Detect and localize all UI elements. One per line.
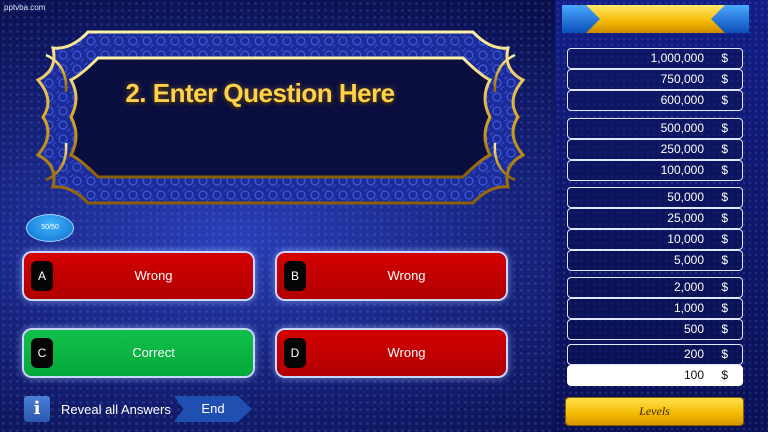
ladder-currency: $ <box>721 347 728 361</box>
reveal-all-answers-button[interactable]: Reveal all Answers <box>61 402 171 417</box>
answer-d-text: Wrong <box>387 345 426 360</box>
levels-button[interactable]: Levels <box>566 398 743 425</box>
ladder-level: 25,000 $ <box>567 208 743 229</box>
ladder-level: 10,000 $ <box>567 229 743 250</box>
ladder-level: 250,000 $ <box>567 139 743 160</box>
ladder-amount: 2,000 <box>673 280 704 294</box>
ladder-currency: $ <box>721 301 728 315</box>
answer-b-button[interactable]: B Wrong <box>277 253 506 299</box>
answer-d-button[interactable]: D Wrong <box>277 330 506 376</box>
answer-a-letter: A <box>31 261 53 291</box>
ladder-level: 5,000 $ <box>567 250 743 271</box>
ladder-level: 100 $ <box>567 365 743 386</box>
ladder-level: 2,000 $ <box>567 277 743 298</box>
ladder-amount: 600,000 <box>660 93 704 107</box>
ladder-amount: 1,000,000 <box>650 51 704 65</box>
ladder-amount: 500 <box>683 322 704 336</box>
ladder-amount: 10,000 <box>667 232 704 246</box>
ladder-level: 750,000 $ <box>567 69 743 90</box>
ladder-amount: 1,000 <box>673 301 704 315</box>
ladder-level: 100,000 $ <box>567 160 743 181</box>
ladder-level: 1,000 $ <box>567 298 743 319</box>
info-icon[interactable]: i <box>24 396 50 422</box>
ladder-currency: $ <box>721 121 728 135</box>
ladder-amount: 5,000 <box>673 253 704 267</box>
ladder-currency: $ <box>721 93 728 107</box>
answer-b-letter: B <box>284 261 306 291</box>
answer-c-letter: C <box>31 338 53 368</box>
ladder-currency: $ <box>721 163 728 177</box>
ladder-currency: $ <box>721 368 728 382</box>
answer-c-text: Correct <box>132 345 175 360</box>
answer-d-letter: D <box>284 338 306 368</box>
ladder-level: 1,000,000 $ <box>567 48 743 69</box>
end-button[interactable]: End <box>174 396 252 422</box>
ladder-amount: 50,000 <box>667 190 704 204</box>
ladder-banner <box>562 5 749 33</box>
ladder-level: 200 $ <box>567 344 743 365</box>
ladder-currency: $ <box>721 322 728 336</box>
ladder-level: 500 $ <box>567 319 743 340</box>
ladder-currency: $ <box>721 190 728 204</box>
answer-a-button[interactable]: A Wrong <box>24 253 253 299</box>
ladder-currency: $ <box>721 142 728 156</box>
fifty-fifty-lifeline-button[interactable]: 50/50 <box>26 214 74 242</box>
question-frame <box>35 30 526 205</box>
ladder-amount: 500,000 <box>660 121 704 135</box>
answer-c-button[interactable]: C Correct <box>24 330 253 376</box>
ladder-level: 500,000 $ <box>567 118 743 139</box>
ladder-currency: $ <box>721 280 728 294</box>
ladder-amount: 100 <box>683 368 704 382</box>
ladder-currency: $ <box>721 72 728 86</box>
ladder-amount: 750,000 <box>660 72 704 86</box>
ladder-level: 50,000 $ <box>567 187 743 208</box>
answer-b-text: Wrong <box>387 268 426 283</box>
site-label: pptvba.com <box>4 3 46 12</box>
question-text: 2. Enter Question Here <box>125 78 395 108</box>
ladder-amount: 200 <box>683 347 704 361</box>
ladder-currency: $ <box>721 253 728 267</box>
ladder-amount: 250,000 <box>660 142 704 156</box>
ladder-level: 600,000 $ <box>567 90 743 111</box>
ladder-currency: $ <box>721 51 728 65</box>
ladder-currency: $ <box>721 232 728 246</box>
ladder-amount: 25,000 <box>667 211 704 225</box>
ladder-currency: $ <box>721 211 728 225</box>
ladder-amount: 100,000 <box>660 163 704 177</box>
answer-a-text: Wrong <box>134 268 173 283</box>
